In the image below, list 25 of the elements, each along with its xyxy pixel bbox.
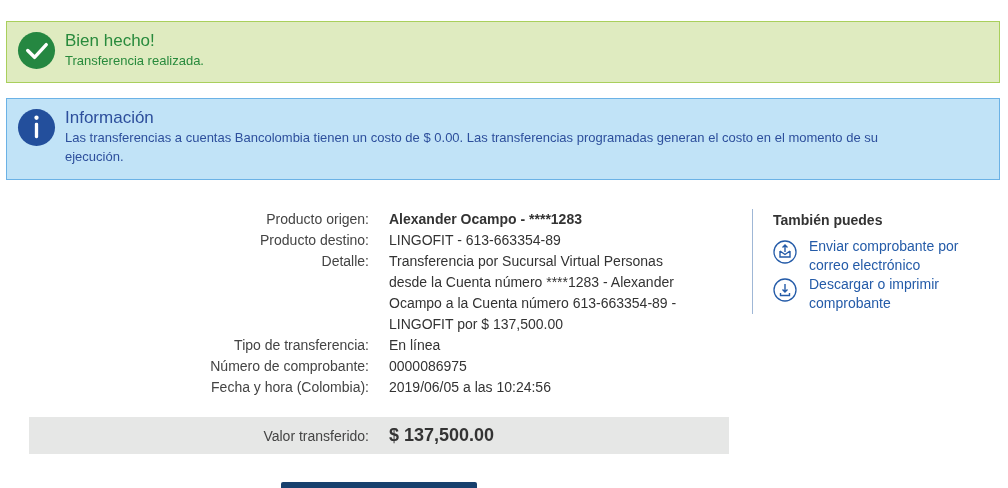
field-label: Fecha y hora (Colombia): [210,378,369,397]
field-value: LINGOFIT - 613-663354-89 [389,231,562,250]
field-label: Producto destino: [259,231,369,250]
action-link[interactable]: Enviar comprobante por correo electrónico [809,237,979,275]
mail-upload-icon [773,240,797,264]
field-label: Número de comprobante: [209,357,369,376]
check-icon [17,31,56,70]
total-label: Valor transferido: [262,427,369,444]
panel-title: También puedes [773,212,884,228]
alert-title: Bien hecho! [65,31,156,51]
download-icon [773,278,797,302]
action-link[interactable]: Descargar o imprimir comprobante [809,275,979,313]
alert-message: Las transferencias a cuentas Bancolombia tienen un costo de $ 0.00. Las transferencias programadas generan el costo en el momento de su ejecución. [65,129,879,166]
field-value: En línea [389,336,442,355]
info-icon [17,108,56,147]
field-value: Alexander Ocampo - ****1283 [389,210,583,229]
field-value: Transferencia por Sucursal Virtual Personas desde la Cuenta número ****1283 - Alexander Ocampo a la Cuenta número 613-663354-89 - LINGOFIT por $ 137,500.00 [389,252,678,334]
alert-message: Transferencia realizada. [65,52,204,70]
field-label: Detalle: [320,252,369,271]
alert-title: Información [65,108,155,128]
field-label: Tipo de transferencia: [233,336,369,355]
field-value: 2019/06/05 a las 10:24:56 [389,378,552,397]
field-value: 0000086975 [389,357,468,376]
field-label: Producto origen: [265,210,369,229]
total-amount: $ 137,500.00 [389,425,496,446]
